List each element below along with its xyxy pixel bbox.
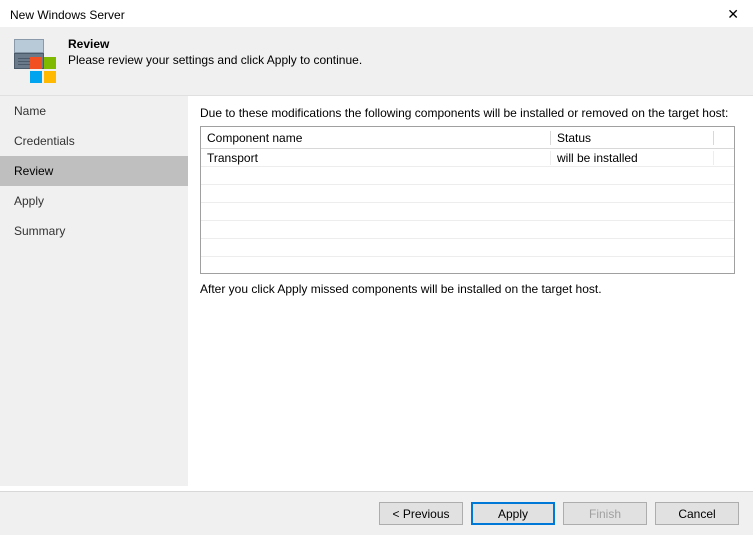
table-row-empty (201, 203, 734, 221)
title-bar: New Windows Server ✕ (0, 0, 753, 27)
table-row-empty (201, 185, 734, 203)
footer-bar: < Previous Apply Finish Cancel (0, 491, 753, 535)
apply-button[interactable]: Apply (471, 502, 555, 525)
table-header-row: Component name Status (201, 127, 734, 149)
sidebar-item-credentials[interactable]: Credentials (0, 126, 188, 156)
table-row-empty (201, 221, 734, 239)
header-section: Review Please review your settings and c… (0, 27, 753, 96)
sidebar-item-summary[interactable]: Summary (0, 216, 188, 246)
sidebar-item-apply[interactable]: Apply (0, 186, 188, 216)
previous-button[interactable]: < Previous (379, 502, 463, 525)
cell-component-status: will be installed (551, 151, 714, 165)
header-subtitle: Please review your settings and click Ap… (68, 53, 362, 67)
main-content: Due to these modifications the following… (188, 96, 753, 486)
table-row-empty (201, 167, 734, 185)
sidebar-item-review[interactable]: Review (0, 156, 188, 186)
cell-component-name: Transport (201, 151, 551, 165)
components-table: Component name Status Transport will be … (200, 126, 735, 274)
header-text: Review Please review your settings and c… (68, 37, 362, 67)
close-icon[interactable]: ✕ (723, 6, 743, 23)
after-text: After you click Apply missed components … (200, 282, 735, 296)
finish-button: Finish (563, 502, 647, 525)
header-title: Review (68, 37, 362, 51)
column-header-name[interactable]: Component name (201, 131, 551, 145)
sidebar: Name Credentials Review Apply Summary (0, 96, 188, 486)
table-row-empty (201, 257, 734, 274)
table-row[interactable]: Transport will be installed (201, 149, 734, 167)
body-section: Name Credentials Review Apply Summary Du… (0, 96, 753, 486)
window-title: New Windows Server (10, 8, 125, 22)
column-header-status[interactable]: Status (551, 131, 714, 145)
intro-text: Due to these modifications the following… (200, 106, 735, 120)
sidebar-item-name[interactable]: Name (0, 96, 188, 126)
table-row-empty (201, 239, 734, 257)
windows-logo-icon (30, 57, 56, 83)
cancel-button[interactable]: Cancel (655, 502, 739, 525)
wizard-icon (14, 39, 54, 79)
